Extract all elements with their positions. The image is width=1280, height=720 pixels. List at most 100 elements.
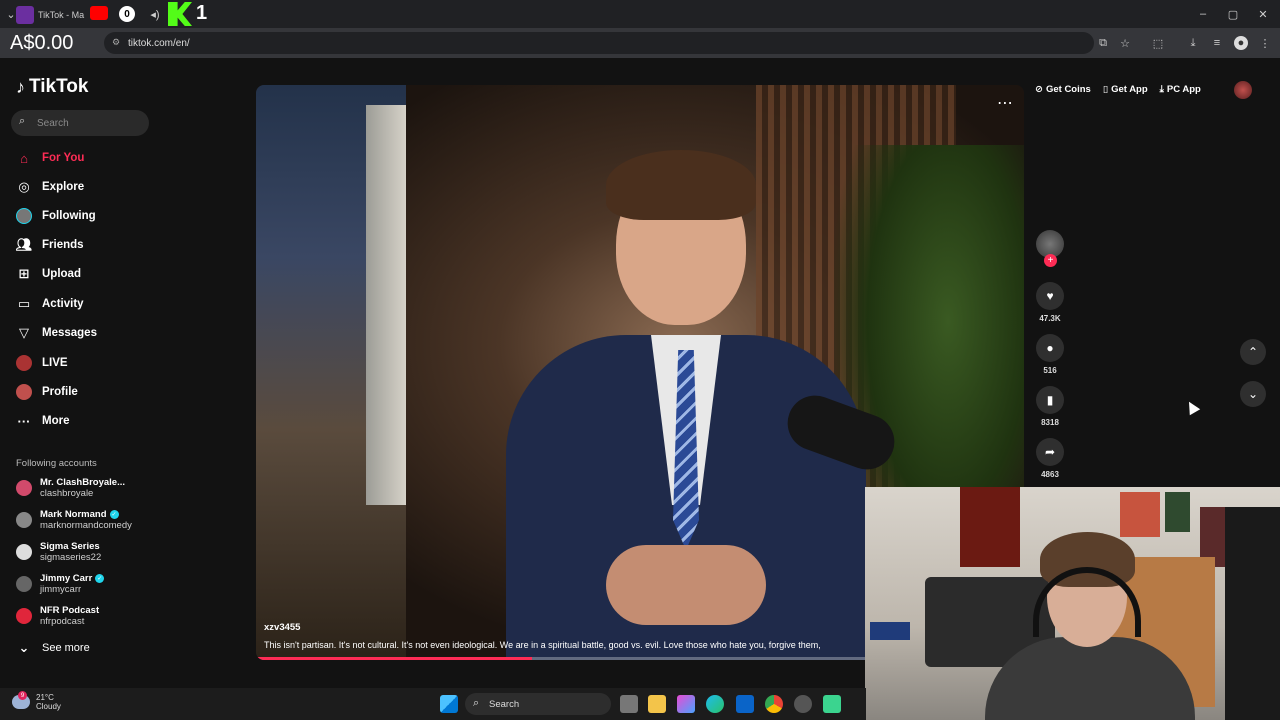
account-name: NFR Podcast — [40, 605, 100, 616]
browser-tab[interactable]: TikTok - Ma — [16, 4, 86, 26]
nav-friends[interactable]: 👥︎ Friends — [16, 235, 84, 255]
nav-live[interactable]: LIVE — [16, 353, 68, 373]
close-icon[interactable]: ✕ — [1256, 7, 1270, 21]
verified-icon: ✓ — [95, 574, 105, 583]
pc-app-button[interactable]: ⤓ PC App — [1160, 84, 1201, 95]
file-explorer-icon[interactable] — [648, 695, 666, 713]
browser-address-bar: A$0.00 ⚙ tiktok.com/en/ ⧉ ☆ ⬚ ⤓ ≡ ● ⋮ — [0, 28, 1280, 58]
account-name: Sigma Series — [40, 541, 100, 552]
weather-widget[interactable]: 9 21°C Cloudy — [12, 691, 61, 711]
search-input[interactable]: ⌕ Search — [11, 110, 149, 136]
nav-label: Friends — [42, 239, 84, 251]
edge-icon[interactable] — [706, 695, 724, 713]
tiktok-logo[interactable]: ♪ TikTok — [16, 76, 88, 98]
mouse-cursor-icon — [1183, 398, 1201, 416]
audio-icon[interactable]: ◂) — [148, 7, 162, 21]
mirror — [1225, 507, 1280, 720]
nav-label: Messages — [42, 327, 97, 339]
account-handle: clashbroyale — [40, 488, 94, 499]
task-view-icon[interactable] — [620, 695, 638, 713]
account-handle: nfrpodcast — [40, 616, 85, 627]
follow-plus-icon[interactable]: + — [1044, 254, 1057, 267]
compass-icon: ◎ — [18, 179, 30, 194]
downloads-icon[interactable]: ⤓ — [1186, 36, 1200, 50]
nav-more[interactable]: ··· More — [16, 411, 70, 431]
search-placeholder: Search — [37, 117, 69, 129]
more-options-icon[interactable]: ⋯ — [997, 93, 1014, 113]
taskbar-search[interactable]: ⌕ Search — [465, 693, 611, 715]
chrome-menu-icon[interactable]: ⋮ — [1258, 36, 1272, 50]
webcam-overlay — [865, 487, 1280, 720]
nav-label: LIVE — [42, 357, 68, 369]
windows-start-icon[interactable] — [440, 695, 458, 713]
site-info-icon[interactable]: ⚙ — [112, 37, 120, 48]
home-icon: ⌂ — [20, 150, 28, 166]
see-more-label: See more — [42, 642, 90, 654]
account-handle: marknormandcomedy — [40, 520, 132, 531]
see-more-button[interactable]: ⌄ See more — [16, 638, 90, 658]
app-icon[interactable] — [823, 695, 841, 713]
media-control-icon[interactable]: ≡ — [1210, 36, 1224, 50]
bookmark-action[interactable]: ▮ 8318 — [1036, 386, 1064, 427]
comment-action[interactable]: ● 516 — [1036, 334, 1064, 375]
account-name: Jimmy Carr — [40, 573, 93, 584]
avatar — [16, 512, 32, 528]
live-avatar-icon — [16, 355, 32, 371]
windows-taskbar: 9 21°C Cloudy ⌕ Search — [0, 688, 866, 720]
like-action[interactable]: ♥ 47.3K — [1036, 282, 1064, 323]
nav-activity[interactable]: ▭ Activity — [16, 294, 84, 314]
bookmark-count: 8318 — [1041, 418, 1059, 427]
following-account-item[interactable]: Jimmy Carr ✓ jimmycarr — [16, 570, 105, 598]
following-account-item[interactable]: Mr. ClashBroyale... clashbroyale — [16, 474, 125, 502]
minimize-icon[interactable]: – — [1196, 7, 1210, 21]
bookmark-star-icon[interactable]: ☆ — [1118, 36, 1132, 50]
settings-gear-icon[interactable] — [794, 695, 812, 713]
download-icon: ⤓ — [1159, 83, 1164, 95]
following-accounts-header: Following accounts — [16, 458, 97, 469]
nav-upload[interactable]: ⊞ Upload — [16, 264, 81, 284]
youtube-icon[interactable] — [90, 6, 108, 20]
nav-label: More — [42, 415, 70, 427]
inbox-icon: ▭ — [17, 296, 31, 311]
chrome-icon[interactable] — [765, 695, 783, 713]
tab-title: TikTok - Ma — [38, 10, 85, 20]
account-handle: jimmycarr — [40, 584, 82, 595]
friends-icon: 👥︎ — [15, 237, 33, 252]
share-count: 4863 — [1041, 470, 1059, 479]
get-coins-button[interactable]: ⊘ Get Coins — [1035, 84, 1091, 95]
nav-label: Following — [42, 210, 96, 222]
following-account-item[interactable]: NFR Podcast nfrpodcast — [16, 602, 99, 630]
previous-video-button[interactable]: ⌃ — [1240, 339, 1266, 365]
install-app-icon[interactable]: ⧉ — [1096, 36, 1110, 50]
comment-icon[interactable]: ● — [1036, 334, 1064, 362]
kick-logo-icon — [168, 2, 192, 26]
bookmark-icon[interactable]: ▮ — [1036, 386, 1064, 414]
user-avatar[interactable] — [1234, 81, 1252, 99]
nav-profile[interactable]: Profile — [16, 382, 78, 402]
next-video-button[interactable]: ⌄ — [1240, 381, 1266, 407]
wall-poster — [1165, 492, 1190, 532]
profile-avatar-icon — [16, 384, 32, 400]
heart-icon[interactable]: ♥ — [1036, 282, 1064, 310]
extensions-icon[interactable]: ⬚ — [1151, 36, 1165, 50]
following-account-item[interactable]: Sigma Series sigmaseries22 — [16, 538, 101, 566]
nav-for-you[interactable]: ⌂ For You — [16, 148, 84, 168]
nav-following[interactable]: Following — [16, 206, 96, 226]
get-app-label: Get App — [1111, 83, 1148, 95]
share-action[interactable]: ➦ 4863 — [1036, 438, 1064, 479]
nav-explore[interactable]: ◎ Explore — [16, 177, 84, 197]
url-input[interactable]: ⚙ tiktok.com/en/ — [104, 32, 1094, 54]
outlook-icon[interactable] — [736, 695, 754, 713]
following-account-item[interactable]: Mark Normand ✓ marknormandcomedy — [16, 506, 132, 534]
share-icon[interactable]: ➦ — [1036, 438, 1064, 466]
plus-square-icon: ⊞ — [18, 266, 30, 281]
video-speaker — [506, 125, 866, 660]
coin-icon: ⊘ — [1035, 83, 1043, 95]
verified-icon: ✓ — [109, 510, 119, 519]
nav-messages[interactable]: ▽ Messages — [16, 323, 97, 343]
get-app-button[interactable]: ▯ Get App — [1103, 84, 1148, 95]
restore-icon[interactable]: ▢ — [1226, 7, 1240, 21]
copilot-icon[interactable] — [677, 695, 695, 713]
video-username[interactable]: xzv3455 — [264, 622, 300, 633]
profile-icon[interactable]: ● — [1234, 36, 1248, 50]
